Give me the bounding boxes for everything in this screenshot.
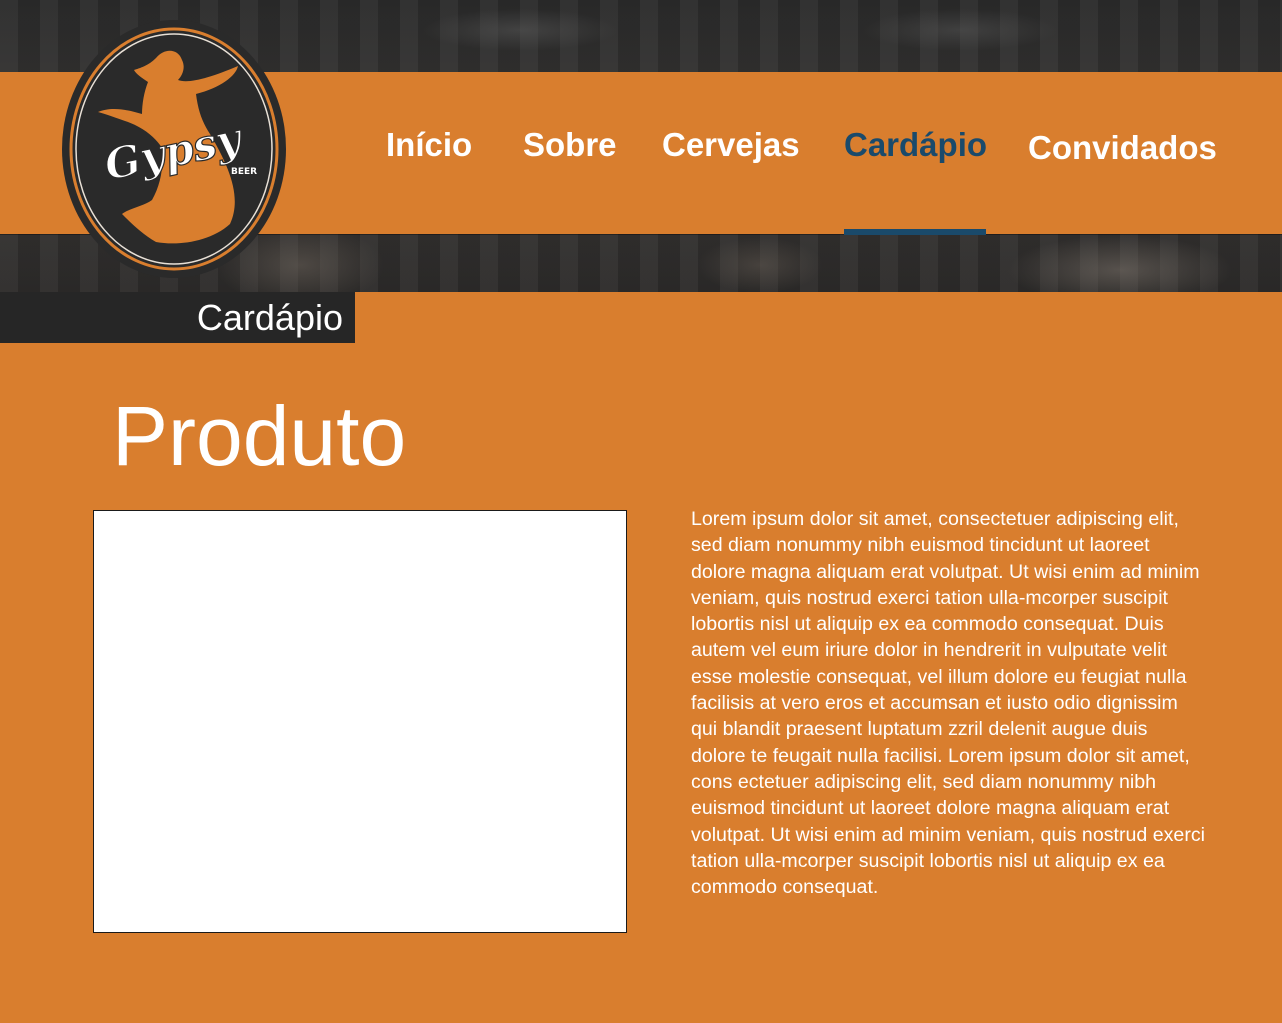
product-title: Produto: [112, 389, 407, 483]
product-image-placeholder: [93, 510, 627, 933]
nav-item-cardapio[interactable]: Cardápio: [844, 128, 987, 161]
product-description: Lorem ipsum dolor sit amet, consectetuer…: [691, 508, 1205, 899]
nav-item-convidados[interactable]: Convidados: [1028, 131, 1217, 164]
active-nav-indicator: [844, 229, 986, 235]
nav-item-inicio[interactable]: Início: [386, 128, 472, 161]
nav-item-cervejas[interactable]: Cervejas: [662, 128, 800, 161]
section-title: Cardápio: [196, 297, 343, 338]
gypsy-beer-logo[interactable]: Gypsy BEER: [60, 18, 288, 280]
logo-subtext: BEER: [231, 167, 257, 177]
section-title-tab: Cardápio: [0, 292, 355, 343]
nav-item-sobre[interactable]: Sobre: [523, 128, 617, 161]
